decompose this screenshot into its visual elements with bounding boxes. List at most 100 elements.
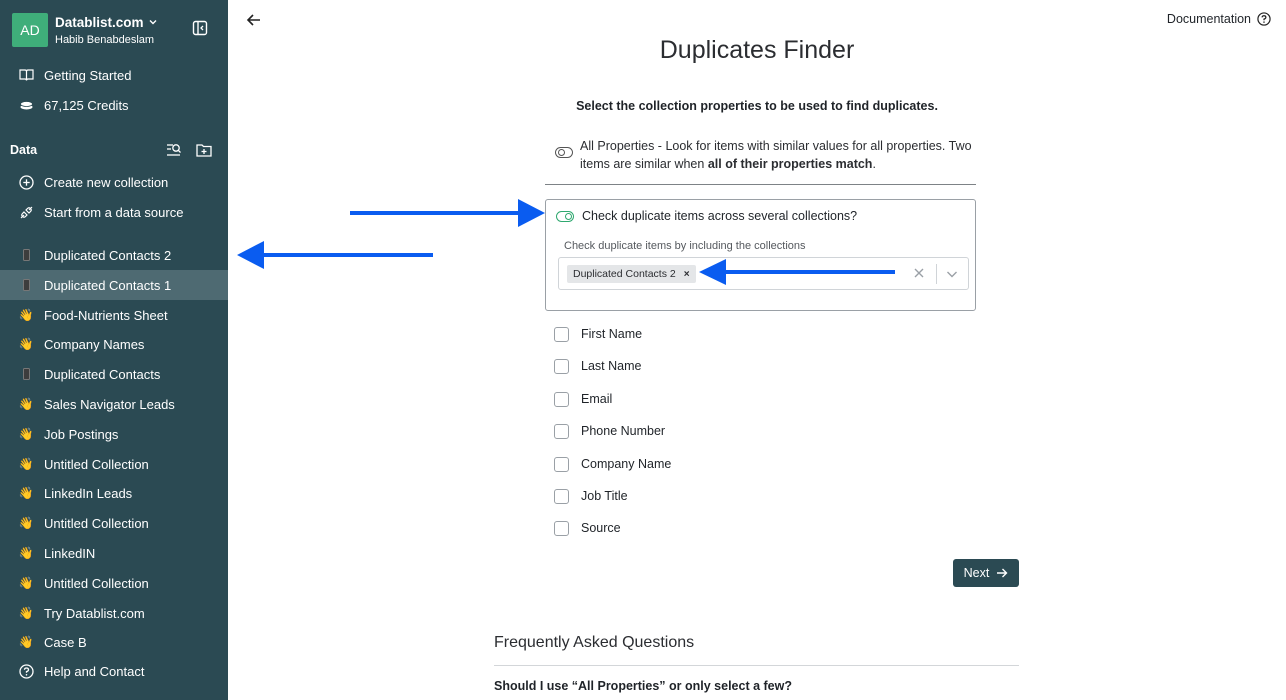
sidebar-item-collection[interactable]: 👋 Food-Nutrients Sheet	[0, 300, 228, 330]
phone-icon	[18, 277, 34, 293]
all-properties-toggle[interactable]	[555, 147, 573, 158]
property-option[interactable]: Phone Number	[554, 421, 665, 441]
property-label: Job Title	[581, 489, 628, 503]
property-label: Last Name	[581, 359, 642, 373]
waving-hand-icon: 👋	[18, 546, 34, 560]
chip-remove-button[interactable]: ×	[684, 269, 690, 280]
sidebar-item-label: Duplicated Contacts 2	[44, 247, 172, 263]
clear-icon[interactable]	[912, 266, 926, 280]
back-arrow-icon[interactable]	[246, 12, 262, 28]
property-checkbox[interactable]	[554, 456, 569, 472]
faq-question[interactable]: Should I use “All Properties” or only se…	[494, 679, 792, 693]
property-option[interactable]: Source	[554, 518, 621, 538]
chevron-down-icon	[149, 20, 157, 25]
sidebar-item-label: Untitled Collection	[44, 456, 149, 472]
sidebar-item-label: Duplicated Contacts	[44, 366, 161, 382]
documentation-label: Documentation	[1166, 12, 1251, 26]
property-label: Company Name	[581, 457, 672, 471]
property-checkbox[interactable]	[554, 520, 569, 536]
property-checkbox[interactable]	[554, 358, 569, 374]
workspace-switcher[interactable]: AD Datablist.com Habib Benabdeslam	[12, 13, 158, 47]
multi-collection-panel: Check duplicate items across several col…	[545, 199, 976, 311]
new-folder-icon[interactable]	[196, 142, 212, 158]
phone-icon	[18, 366, 34, 382]
plug-icon	[18, 204, 34, 220]
waving-hand-icon: 👋	[18, 516, 34, 530]
sidebar-item-label: Untitled Collection	[44, 515, 149, 531]
waving-hand-icon: 👋	[18, 606, 34, 620]
sidebar-item-collection[interactable]: 👋 Untitled Collection	[0, 449, 228, 479]
property-checkbox[interactable]	[554, 423, 569, 439]
property-label: Email	[581, 392, 613, 406]
property-checkbox[interactable]	[554, 488, 569, 504]
waving-hand-icon: 👋	[18, 308, 34, 322]
property-option[interactable]: Company Name	[554, 454, 671, 474]
selected-collection-chip: Duplicated Contacts 2 ×	[567, 265, 696, 283]
chip-label: Duplicated Contacts 2	[573, 268, 676, 280]
sidebar-item-collection[interactable]: 👋 LinkedIn Leads	[0, 478, 228, 508]
property-label: First Name	[581, 327, 643, 341]
sidebar-item-label: Food-Nutrients Sheet	[44, 307, 168, 323]
sidebar-item-label: Getting Started	[44, 67, 132, 83]
multi-collection-option[interactable]: Check duplicate items across several col…	[556, 209, 857, 223]
create-collection-button[interactable]: Create new collection	[0, 167, 228, 197]
next-button-label: Next	[963, 566, 990, 580]
sidebar-item-label: LinkedIn Leads	[44, 485, 133, 501]
property-option[interactable]: Job Title	[554, 486, 628, 506]
start-data-source-button[interactable]: Start from a data source	[0, 197, 228, 227]
sidebar-item-label: Try Datablist.com	[44, 605, 145, 621]
sidebar-item-collection[interactable]: Duplicated Contacts 2	[0, 240, 228, 270]
sidebar-item-collection[interactable]: Duplicated Contacts 1	[0, 270, 228, 300]
help-contact-button[interactable]: Help and Contact	[0, 656, 228, 686]
property-checkbox[interactable]	[554, 326, 569, 342]
sidebar-item-label: Sales Navigator Leads	[44, 396, 175, 412]
faq-title: Frequently Asked Questions	[494, 634, 695, 651]
property-option[interactable]: Last Name	[554, 356, 641, 376]
faq-divider	[494, 665, 1019, 666]
sidebar-item-collection[interactable]: 👋 Untitled Collection	[0, 508, 228, 538]
multi-collection-hint: Check duplicate items by including the c…	[564, 240, 806, 252]
coins-icon	[18, 97, 34, 113]
all-properties-option[interactable]: All Properties - Look for items with sim…	[555, 137, 975, 173]
collections-select[interactable]: Duplicated Contacts 2 ×	[558, 257, 969, 290]
next-button[interactable]: Next	[953, 559, 1019, 587]
plus-circle-icon	[18, 174, 34, 190]
sidebar-item-collection[interactable]: 👋 Job Postings	[0, 419, 228, 449]
sidebar-item-label: Case B	[44, 634, 87, 650]
sidebar-item-credits[interactable]: 67,125 Credits	[0, 90, 228, 120]
sidebar-item-collection[interactable]: 👋 Case B	[0, 627, 228, 657]
documentation-link[interactable]: Documentation	[1167, 12, 1271, 26]
sidebar: AD Datablist.com Habib Benabdeslam Getti…	[0, 0, 228, 700]
sidebar-item-label: Help and Contact	[44, 663, 145, 679]
divider	[545, 184, 976, 185]
sidebar-collapse-icon[interactable]	[192, 20, 208, 36]
chevron-down-icon[interactable]	[945, 267, 959, 281]
page-subtitle: Select the collection properties to be u…	[576, 99, 938, 113]
arrow-right-icon	[997, 568, 1008, 578]
search-collections-icon[interactable]	[166, 142, 182, 158]
property-label: Phone Number	[581, 424, 666, 438]
sidebar-item-collection[interactable]: 👋 Try Datablist.com	[0, 598, 228, 628]
all-properties-bold: all of their properties match	[707, 157, 873, 171]
multi-collection-toggle[interactable]	[556, 210, 574, 222]
workspace-avatar: AD	[12, 13, 48, 47]
property-label: Source	[581, 521, 621, 535]
property-option[interactable]: Email	[554, 389, 612, 409]
sidebar-item-label: 67,125 Credits	[44, 97, 129, 113]
sidebar-item-label: Duplicated Contacts 1	[44, 277, 172, 293]
property-option[interactable]: First Name	[554, 324, 642, 344]
sidebar-item-collection[interactable]: 👋 Company Names	[0, 329, 228, 359]
sidebar-item-collection[interactable]: 👋 Sales Navigator Leads	[0, 389, 228, 419]
sidebar-item-label: LinkedIN	[44, 545, 96, 561]
sidebar-item-label: Company Names	[44, 336, 145, 352]
sidebar-item-getting-started[interactable]: Getting Started	[0, 60, 228, 90]
waving-hand-icon: 👋	[18, 457, 34, 471]
sidebar-item-collection[interactable]: Duplicated Contacts	[0, 359, 228, 389]
waving-hand-icon: 👋	[18, 337, 34, 351]
sidebar-item-collection[interactable]: 👋 Untitled Collection	[0, 568, 228, 598]
data-section-heading: Data	[10, 143, 38, 157]
all-properties-end: .	[872, 157, 876, 171]
sidebar-item-collection[interactable]: 👋 LinkedIN	[0, 538, 228, 568]
property-checkbox[interactable]	[554, 391, 569, 407]
waving-hand-icon: 👋	[18, 486, 34, 500]
